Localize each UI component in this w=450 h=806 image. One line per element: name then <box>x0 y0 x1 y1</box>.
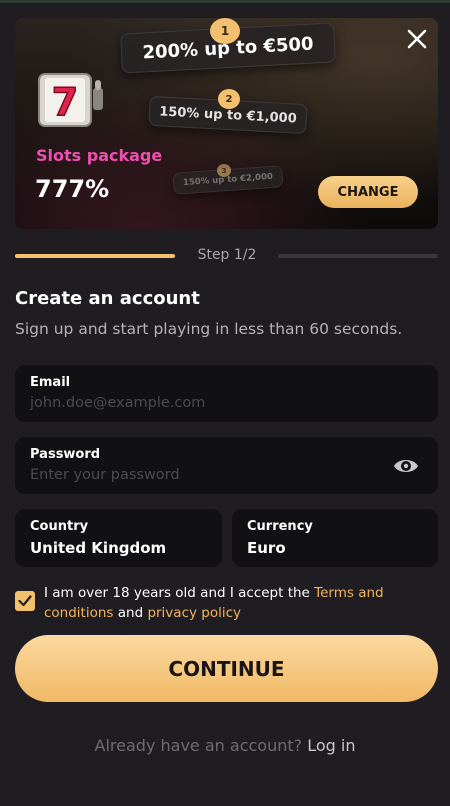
top-divider <box>0 0 450 3</box>
step-progress-remaining <box>278 254 438 258</box>
country-value: United Kingdom <box>30 539 167 557</box>
password-field[interactable]: Password <box>15 437 438 494</box>
terms-checkbox[interactable] <box>15 591 35 611</box>
offer-2-badge: 2 <box>218 89 240 109</box>
form-subtitle: Sign up and start playing in less than 6… <box>15 320 403 338</box>
email-field[interactable]: Email <box>15 365 438 422</box>
password-input[interactable] <box>30 467 350 483</box>
step-progress-done <box>15 254 175 258</box>
step-label: Step 1/2 <box>197 247 257 263</box>
form-title: Create an account <box>15 288 200 309</box>
offer-3-badge: 3 <box>217 164 231 177</box>
password-label: Password <box>30 447 101 462</box>
currency-value: Euro <box>247 539 286 557</box>
currency-label: Currency <box>247 519 313 534</box>
login-link[interactable]: Log in <box>307 736 355 755</box>
bonus-banner: 150% up to €2,000 3 150% up to €1,000 2 … <box>15 18 438 229</box>
offer-1-badge: 1 <box>210 18 240 44</box>
terms-text: I am over 18 years old and I accept the … <box>44 583 436 623</box>
login-prompt: Already have an account? <box>94 736 303 755</box>
privacy-link[interactable]: privacy policy <box>147 605 241 621</box>
terms-text-middle: and <box>113 605 148 621</box>
email-input[interactable] <box>30 395 390 411</box>
slot-machine-icon: 7 <box>38 73 103 127</box>
package-title: Slots package <box>36 146 163 165</box>
continue-button[interactable]: CONTINUE <box>15 635 438 702</box>
close-icon[interactable] <box>402 24 432 54</box>
terms-text-before: I am over 18 years old and I accept the <box>44 585 315 601</box>
login-row: Already have an account? Log in <box>0 736 450 755</box>
email-label: Email <box>30 375 71 390</box>
eye-icon[interactable] <box>392 455 420 477</box>
country-select[interactable]: Country United Kingdom <box>15 509 222 567</box>
change-package-button[interactable]: CHANGE <box>318 176 418 208</box>
country-label: Country <box>30 519 89 534</box>
package-percent: 777% <box>35 175 110 203</box>
currency-select[interactable]: Currency Euro <box>232 509 438 567</box>
checkmark-icon <box>18 595 32 607</box>
svg-text:7: 7 <box>52 80 78 124</box>
